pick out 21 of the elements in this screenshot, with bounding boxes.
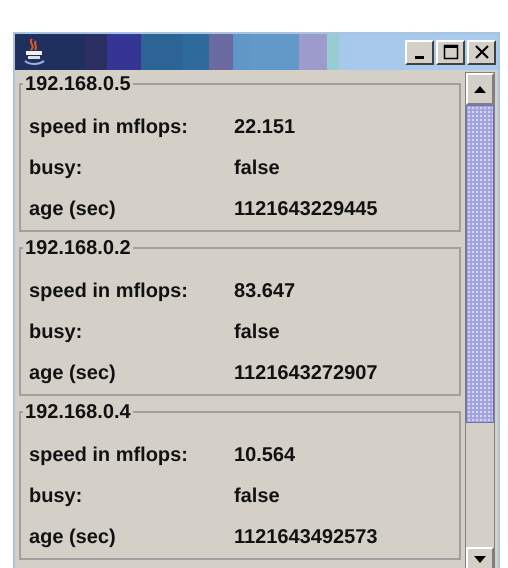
field-value: 22.151 [234, 114, 296, 140]
field-label: busy: [29, 484, 84, 508]
field-label: age (sec) [29, 524, 117, 550]
field-label: speed in mflops: [29, 278, 189, 304]
field-value: 10.564 [234, 442, 296, 468]
panel-title: 192.168.0.5 [24, 72, 132, 96]
panel-title: 192.168.0.2 [24, 236, 132, 260]
field-label: busy: [29, 156, 84, 180]
field-label: speed in mflops: [29, 114, 189, 140]
field-value: 1121643492573 [234, 524, 378, 550]
field-value: 83.647 [234, 278, 296, 304]
field-value: 1121643229445 [234, 196, 378, 222]
panel-title: 192.168.0.4 [24, 400, 132, 424]
field-label: speed in mflops: [29, 442, 189, 468]
field-value: false [234, 156, 280, 180]
field-label: age (sec) [29, 360, 117, 386]
field-label: busy: [29, 320, 84, 344]
field-value: 1121643272907 [234, 360, 378, 386]
field-value: false [234, 484, 280, 508]
field-label: age (sec) [29, 196, 117, 222]
field-value: false [234, 320, 280, 344]
